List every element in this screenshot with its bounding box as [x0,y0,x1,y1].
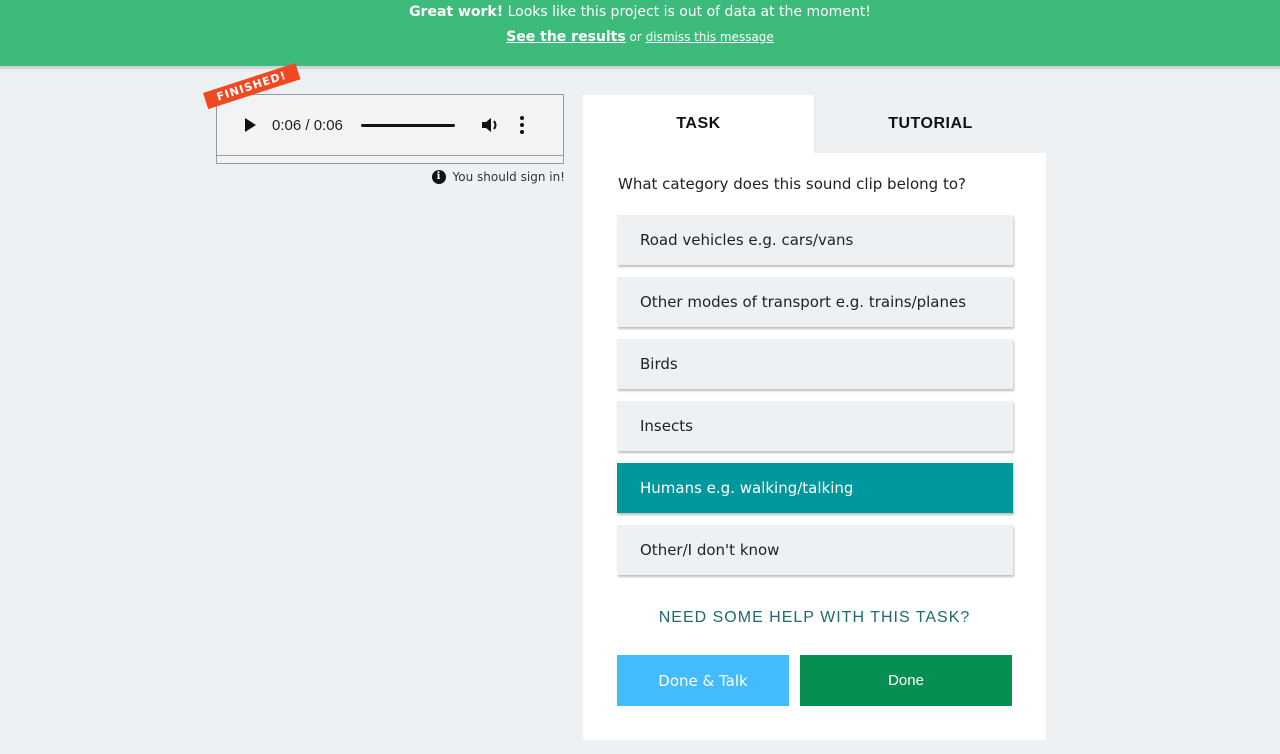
banner-strong-text: Great work! [409,4,504,20]
play-icon[interactable] [245,118,256,132]
see-results-link[interactable]: See the results [506,29,626,45]
task-tabs: TASK TUTORIAL [583,95,1046,153]
audio-time: 0:06 / 0:06 [272,116,343,134]
banner-actions: See the results or dismiss this message [0,28,1280,46]
answer-option[interactable]: Other modes of transport e.g. trains/pla… [617,277,1013,327]
done-button[interactable]: Done [800,655,1012,706]
task-panel: TASK TUTORIAL What category does this so… [583,95,1046,740]
volume-icon[interactable] [481,117,501,133]
signin-text: You should sign in! [452,170,565,184]
tab-tutorial[interactable]: TUTORIAL [814,95,1046,153]
answer-list: Road vehicles e.g. cars/vans Other modes… [617,215,1013,587]
signin-note: i You should sign in! [360,170,565,184]
info-icon: i [431,170,446,184]
tab-task[interactable]: TASK [583,95,814,153]
completion-banner: Great work! Looks like this project is o… [0,0,1280,69]
task-question: What category does this sound clip belon… [618,175,966,193]
task-help-link[interactable]: NEED SOME HELP WITH THIS TASK? [583,609,1046,627]
answer-option[interactable]: Road vehicles e.g. cars/vans [617,215,1013,265]
more-options-icon[interactable] [519,116,525,134]
audio-controls: 0:06 / 0:06 [217,95,563,156]
done-and-talk-button[interactable]: Done & Talk [617,655,789,706]
dismiss-message-link[interactable]: dismiss this message [646,30,774,44]
banner-message: Great work! Looks like this project is o… [0,0,1280,22]
answer-option[interactable]: Other/I don't know [617,525,1013,575]
answer-option[interactable]: Birds [617,339,1013,389]
banner-message-text: Looks like this project is out of data a… [503,4,871,20]
answer-option[interactable]: Insects [617,401,1013,451]
banner-or-text: or [625,30,646,44]
audio-player: 0:06 / 0:06 [216,94,564,164]
answer-option-selected[interactable]: Humans e.g. walking/talking [617,463,1013,513]
audio-seek-bar[interactable] [360,123,455,127]
